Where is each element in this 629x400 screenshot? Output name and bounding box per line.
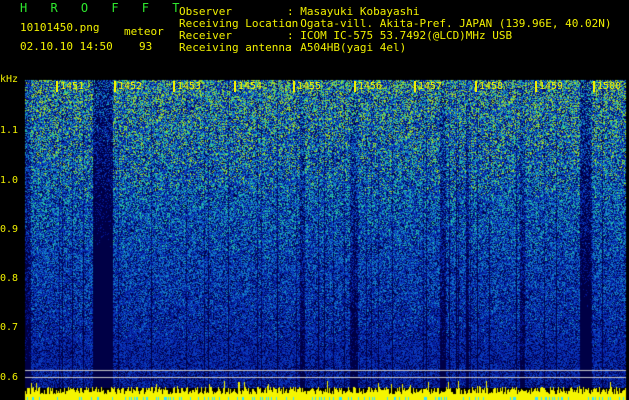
x-tick-label: 1452 — [113, 81, 143, 92]
x-tick-label: 1454 — [233, 81, 263, 92]
date-time: 02.10.10 14:50 — [20, 40, 113, 53]
meteor-count: 93 — [139, 40, 153, 53]
x-tick-label: 1456 — [353, 81, 383, 92]
header-panel: H R O F F T 10101450.png 02.10.10 14:50 … — [0, 0, 629, 78]
antenna-value: : A504HB(yagi 4el) — [287, 41, 407, 54]
x-tick-label: 1451 — [55, 81, 85, 92]
y-tick-label: 0.7 — [0, 323, 24, 333]
y-tick-label: 0.6 — [0, 373, 24, 383]
antenna-label: Receiving antenna — [179, 41, 292, 54]
x-tick-label: 1500 — [592, 81, 622, 92]
y-tick-label: 1.1 — [0, 126, 24, 136]
program-title: H R O F F T — [20, 1, 188, 15]
meteor-label: meteor — [124, 25, 164, 38]
y-tick-label: 0.8 — [0, 274, 24, 284]
x-tick-label: 1459 — [534, 81, 564, 92]
y-tick-label: 0.9 — [0, 225, 24, 235]
filename: 10101450.png — [20, 21, 100, 34]
y-tick-label: 1.0 — [0, 176, 24, 186]
x-tick-label: 1453 — [172, 81, 202, 92]
spectrogram — [0, 78, 629, 400]
x-tick-label: 1457 — [413, 81, 443, 92]
x-tick-label: 1458 — [474, 81, 504, 92]
y-axis-unit: kHz — [0, 75, 24, 85]
x-tick-label: 1455 — [292, 81, 322, 92]
